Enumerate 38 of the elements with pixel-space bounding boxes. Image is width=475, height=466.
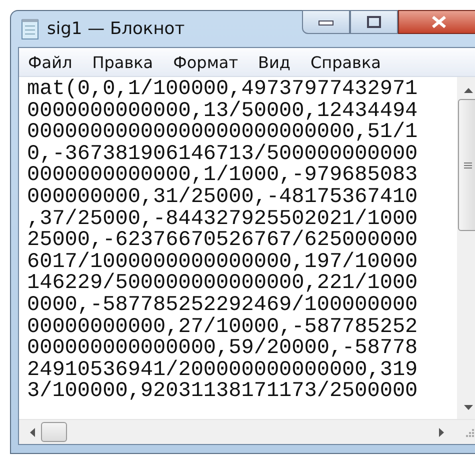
menu-item[interactable]: Правка: [92, 52, 154, 72]
maximize-icon: [367, 16, 381, 28]
notepad-icon: [21, 18, 39, 40]
text-line: mat(0,0,1/100000,49737977432971: [27, 79, 419, 101]
text-line: 00000000000000000000000000,51/1: [27, 122, 419, 144]
window-title: sig1 — Блокнот: [47, 19, 185, 39]
text-line: 000000000000000,59/20000,-58778: [27, 338, 419, 360]
grip-icon: [464, 162, 472, 168]
scroll-up-icon: [464, 87, 472, 93]
resize-grip-icon: [463, 426, 475, 438]
menu-item[interactable]: Вид: [258, 52, 290, 72]
minimize-icon: [318, 18, 334, 26]
scroll-right-icon: [439, 428, 445, 436]
text-line: 0000,-587785252292469/100000000: [27, 294, 419, 317]
vertical-scrollbar[interactable]: [457, 77, 475, 419]
text-line: 25000,-62376670526767/625000000: [27, 230, 419, 252]
text-line: ,37/25000,-844327925502021/1000: [27, 208, 419, 230]
text-line: 0000000000000,1/1000,-979685083: [27, 165, 419, 187]
maximize-button[interactable]: [350, 10, 398, 34]
scrollbar-thumb[interactable]: [458, 99, 475, 231]
menu-item[interactable]: Формат: [173, 52, 238, 72]
text-line: 24910536941/200000000000000,319: [27, 360, 419, 382]
menu-item[interactable]: Файл: [28, 52, 72, 72]
text-line: 0,-367381906146713/500000000000: [27, 144, 419, 166]
text-line: 146229/500000000000000,221/1000: [27, 273, 419, 295]
text-line: 000000000,31/25000,-48175367410: [27, 186, 419, 209]
horizontal-scrollbar[interactable]: [19, 419, 475, 444]
scroll-left-icon: [29, 428, 35, 436]
close-button[interactable]: [398, 10, 475, 34]
text-line: 3/100000,92031138171173/2500000: [27, 381, 419, 403]
text-line: 00000000000,27/10000,-587785252: [27, 316, 419, 338]
text-line: 6017/1000000000000000,197/10000: [27, 252, 419, 274]
scroll-down-icon: [464, 405, 472, 411]
text-line: 0000000000000,13/50000,12434494: [27, 100, 419, 122]
close-icon: [431, 15, 447, 29]
minimize-button[interactable]: [302, 10, 350, 34]
scrollbar-thumb[interactable]: [41, 422, 67, 442]
menu-item[interactable]: Справка: [310, 52, 381, 72]
